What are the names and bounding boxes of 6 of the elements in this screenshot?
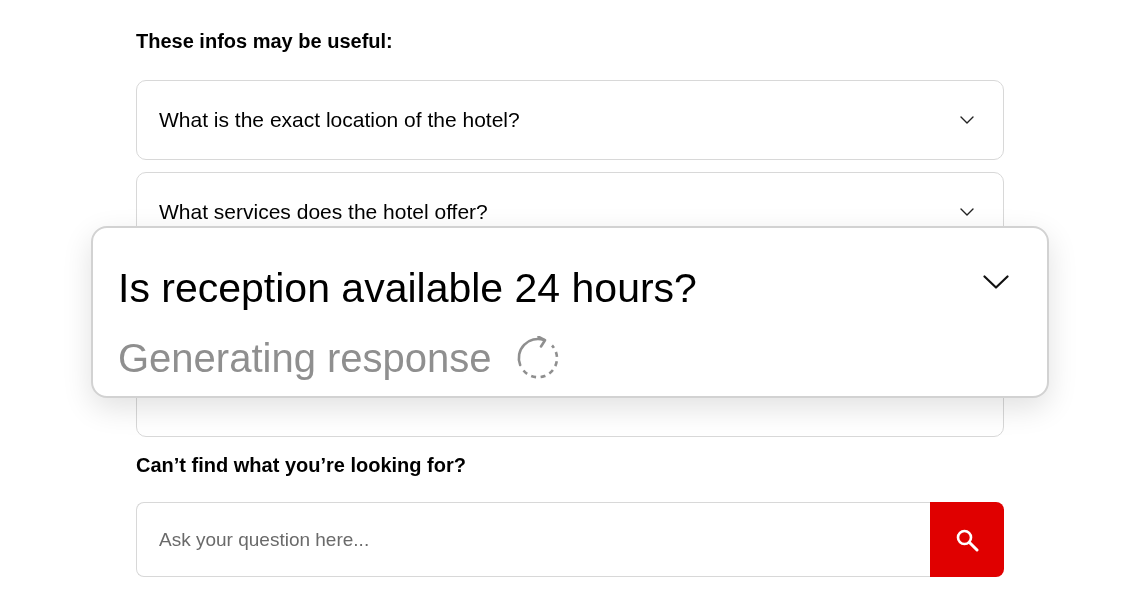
faq-question: What is the exact location of the hotel?	[159, 107, 520, 133]
faq-question: What services does the hotel offer?	[159, 199, 488, 225]
section-heading: These infos may be useful:	[136, 29, 393, 53]
faq-question: Is reception available 24 hours?	[118, 264, 697, 312]
status-text: Generating response	[118, 335, 492, 382]
section-heading: Can’t find what you’re looking for?	[136, 453, 466, 477]
